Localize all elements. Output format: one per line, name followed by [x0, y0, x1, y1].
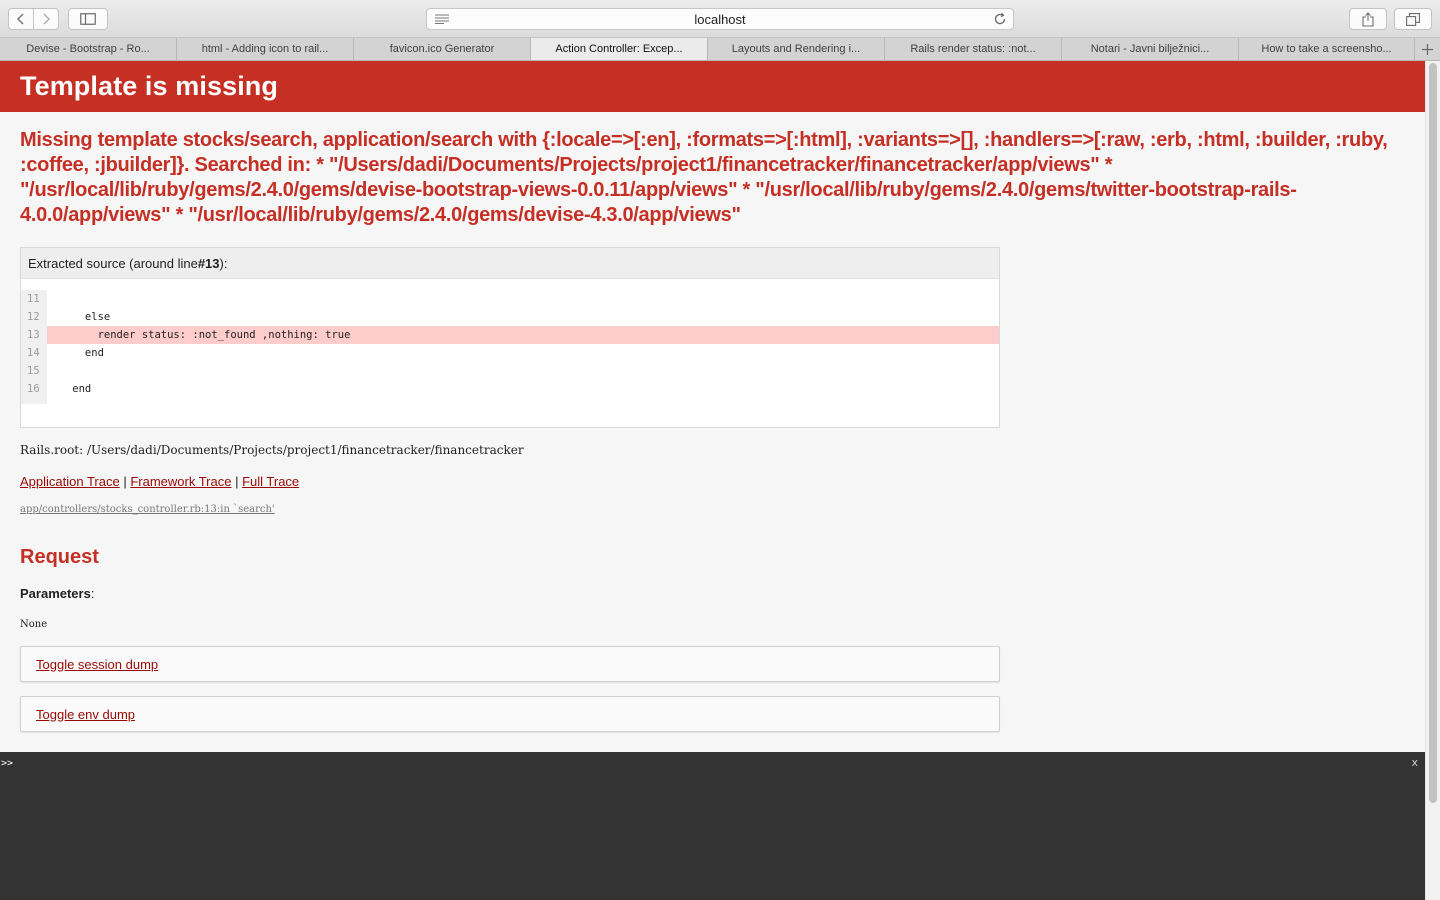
rails-root: Rails.root: /Users/dadi/Documents/Projec…: [20, 443, 524, 457]
tab-action-controller[interactable]: Action Controller: Excep...: [531, 38, 708, 60]
scrollbar-thumb[interactable]: [1429, 63, 1437, 803]
forward-button[interactable]: [33, 8, 59, 30]
tab-label: Layouts and Rendering i...: [731, 43, 861, 55]
console-close-button[interactable]: x: [1411, 756, 1418, 769]
tab-label: Notari - Javni bilježnici...: [1090, 43, 1210, 55]
error-message: Missing template stocks/search, applicat…: [20, 129, 1388, 226]
trace-separator: |: [119, 474, 131, 489]
tab-layouts-rendering[interactable]: Layouts and Rendering i...: [708, 38, 885, 60]
trace-entry: app/controllers/stocks_controller.rb:13:…: [20, 504, 1405, 515]
trace-links: Application Trace | Framework Trace | Fu…: [20, 474, 1405, 489]
trace-separator: |: [231, 474, 243, 489]
chevron-left-icon: [16, 13, 24, 25]
line-numbers: 11 12 13 14 15 16: [21, 290, 47, 404]
new-tab-button[interactable]: [1415, 38, 1439, 60]
source-heading-line: #13: [197, 255, 220, 271]
page-content: Template is missing Missing template sto…: [0, 61, 1425, 752]
tab-adding-icon[interactable]: html - Adding icon to rail...: [177, 38, 354, 60]
tabs-overview-icon: [1406, 12, 1420, 26]
source-heading: Extracted source (around line #13):: [21, 248, 999, 279]
tab-favicon-generator[interactable]: favicon.ico Generator: [354, 38, 531, 60]
tab-screenshot[interactable]: How to take a screensho...: [1239, 38, 1415, 60]
address-bar[interactable]: localhost: [426, 8, 1014, 30]
page-scrollbar[interactable]: [1425, 61, 1440, 900]
line-number: 15: [27, 365, 40, 377]
toggle-session-dump-link[interactable]: Toggle session dump: [36, 657, 158, 672]
request-heading: Request: [20, 546, 99, 568]
code-line: end: [47, 347, 104, 359]
parameters-colon: :: [90, 586, 95, 601]
line-number: 12: [27, 311, 40, 323]
framework-trace-link[interactable]: Framework Trace: [130, 474, 231, 489]
tab-bar: Devise - Bootstrap - Ro... html - Adding…: [0, 38, 1440, 61]
code-column: else render status: :not_found ,nothing:…: [47, 290, 999, 404]
toggle-env-dump-link[interactable]: Toggle env dump: [36, 707, 135, 722]
tab-devise-bootstrap[interactable]: Devise - Bootstrap - Ro...: [0, 38, 177, 60]
application-trace-link[interactable]: Application Trace: [20, 474, 120, 489]
line-number: 11: [27, 293, 40, 305]
tab-render-status[interactable]: Rails render status: :not...: [885, 38, 1062, 60]
tab-label: Action Controller: Excep...: [555, 43, 683, 55]
session-dump-box: Toggle session dump: [20, 646, 1000, 682]
code-line: end: [47, 383, 92, 395]
error-body: Missing template stocks/search, applicat…: [0, 112, 1425, 732]
chevron-right-icon: [43, 13, 51, 25]
share-icon: [1362, 11, 1374, 27]
tab-label: html - Adding icon to rail...: [201, 43, 329, 55]
line-number: 16: [27, 383, 40, 395]
trace-entry-link[interactable]: app/controllers/stocks_controller.rb:13:…: [20, 504, 275, 515]
address-text: localhost: [694, 11, 746, 27]
source-code: 11 12 13 14 15 16 else render status: :n…: [21, 279, 999, 404]
plus-icon: [1421, 43, 1433, 55]
reload-icon[interactable]: [993, 12, 1007, 26]
parameters-label-text: Parameters: [20, 586, 91, 601]
env-dump-box: Toggle env dump: [20, 696, 1000, 732]
console-prompt: >>: [1, 758, 14, 769]
parameters-value: None: [20, 619, 48, 630]
line-number: 13: [27, 329, 40, 341]
page-title: Template is missing: [20, 71, 278, 101]
back-button[interactable]: [8, 8, 34, 30]
sidebar-icon: [80, 13, 96, 25]
code-line: else: [47, 311, 111, 323]
source-heading-prefix: Extracted source (around line: [28, 255, 198, 271]
line-number: 14: [27, 347, 40, 359]
tab-label: How to take a screensho...: [1261, 43, 1392, 55]
extracted-source: Extracted source (around line #13): 11 1…: [20, 247, 1000, 428]
error-header: Template is missing: [0, 61, 1425, 112]
source-heading-suffix: ):: [219, 255, 228, 271]
tab-label: favicon.ico Generator: [389, 43, 495, 55]
sidebar-toggle-button[interactable]: [68, 8, 108, 30]
browser-toolbar: localhost: [0, 0, 1440, 38]
web-console[interactable]: >> x: [0, 752, 1425, 900]
tab-notari[interactable]: Notari - Javni bilježnici...: [1062, 38, 1239, 60]
code-line-highlighted: render status: :not_found ,nothing: true: [47, 326, 999, 344]
parameters-label: Parameters:: [20, 586, 1405, 601]
tab-label: Devise - Bootstrap - Ro...: [26, 43, 150, 55]
share-button[interactable]: [1349, 8, 1387, 30]
tab-label: Rails render status: :not...: [910, 43, 1036, 55]
full-trace-link[interactable]: Full Trace: [242, 474, 299, 489]
reader-icon[interactable]: [435, 14, 449, 24]
tabs-overview-button[interactable]: [1394, 8, 1432, 30]
